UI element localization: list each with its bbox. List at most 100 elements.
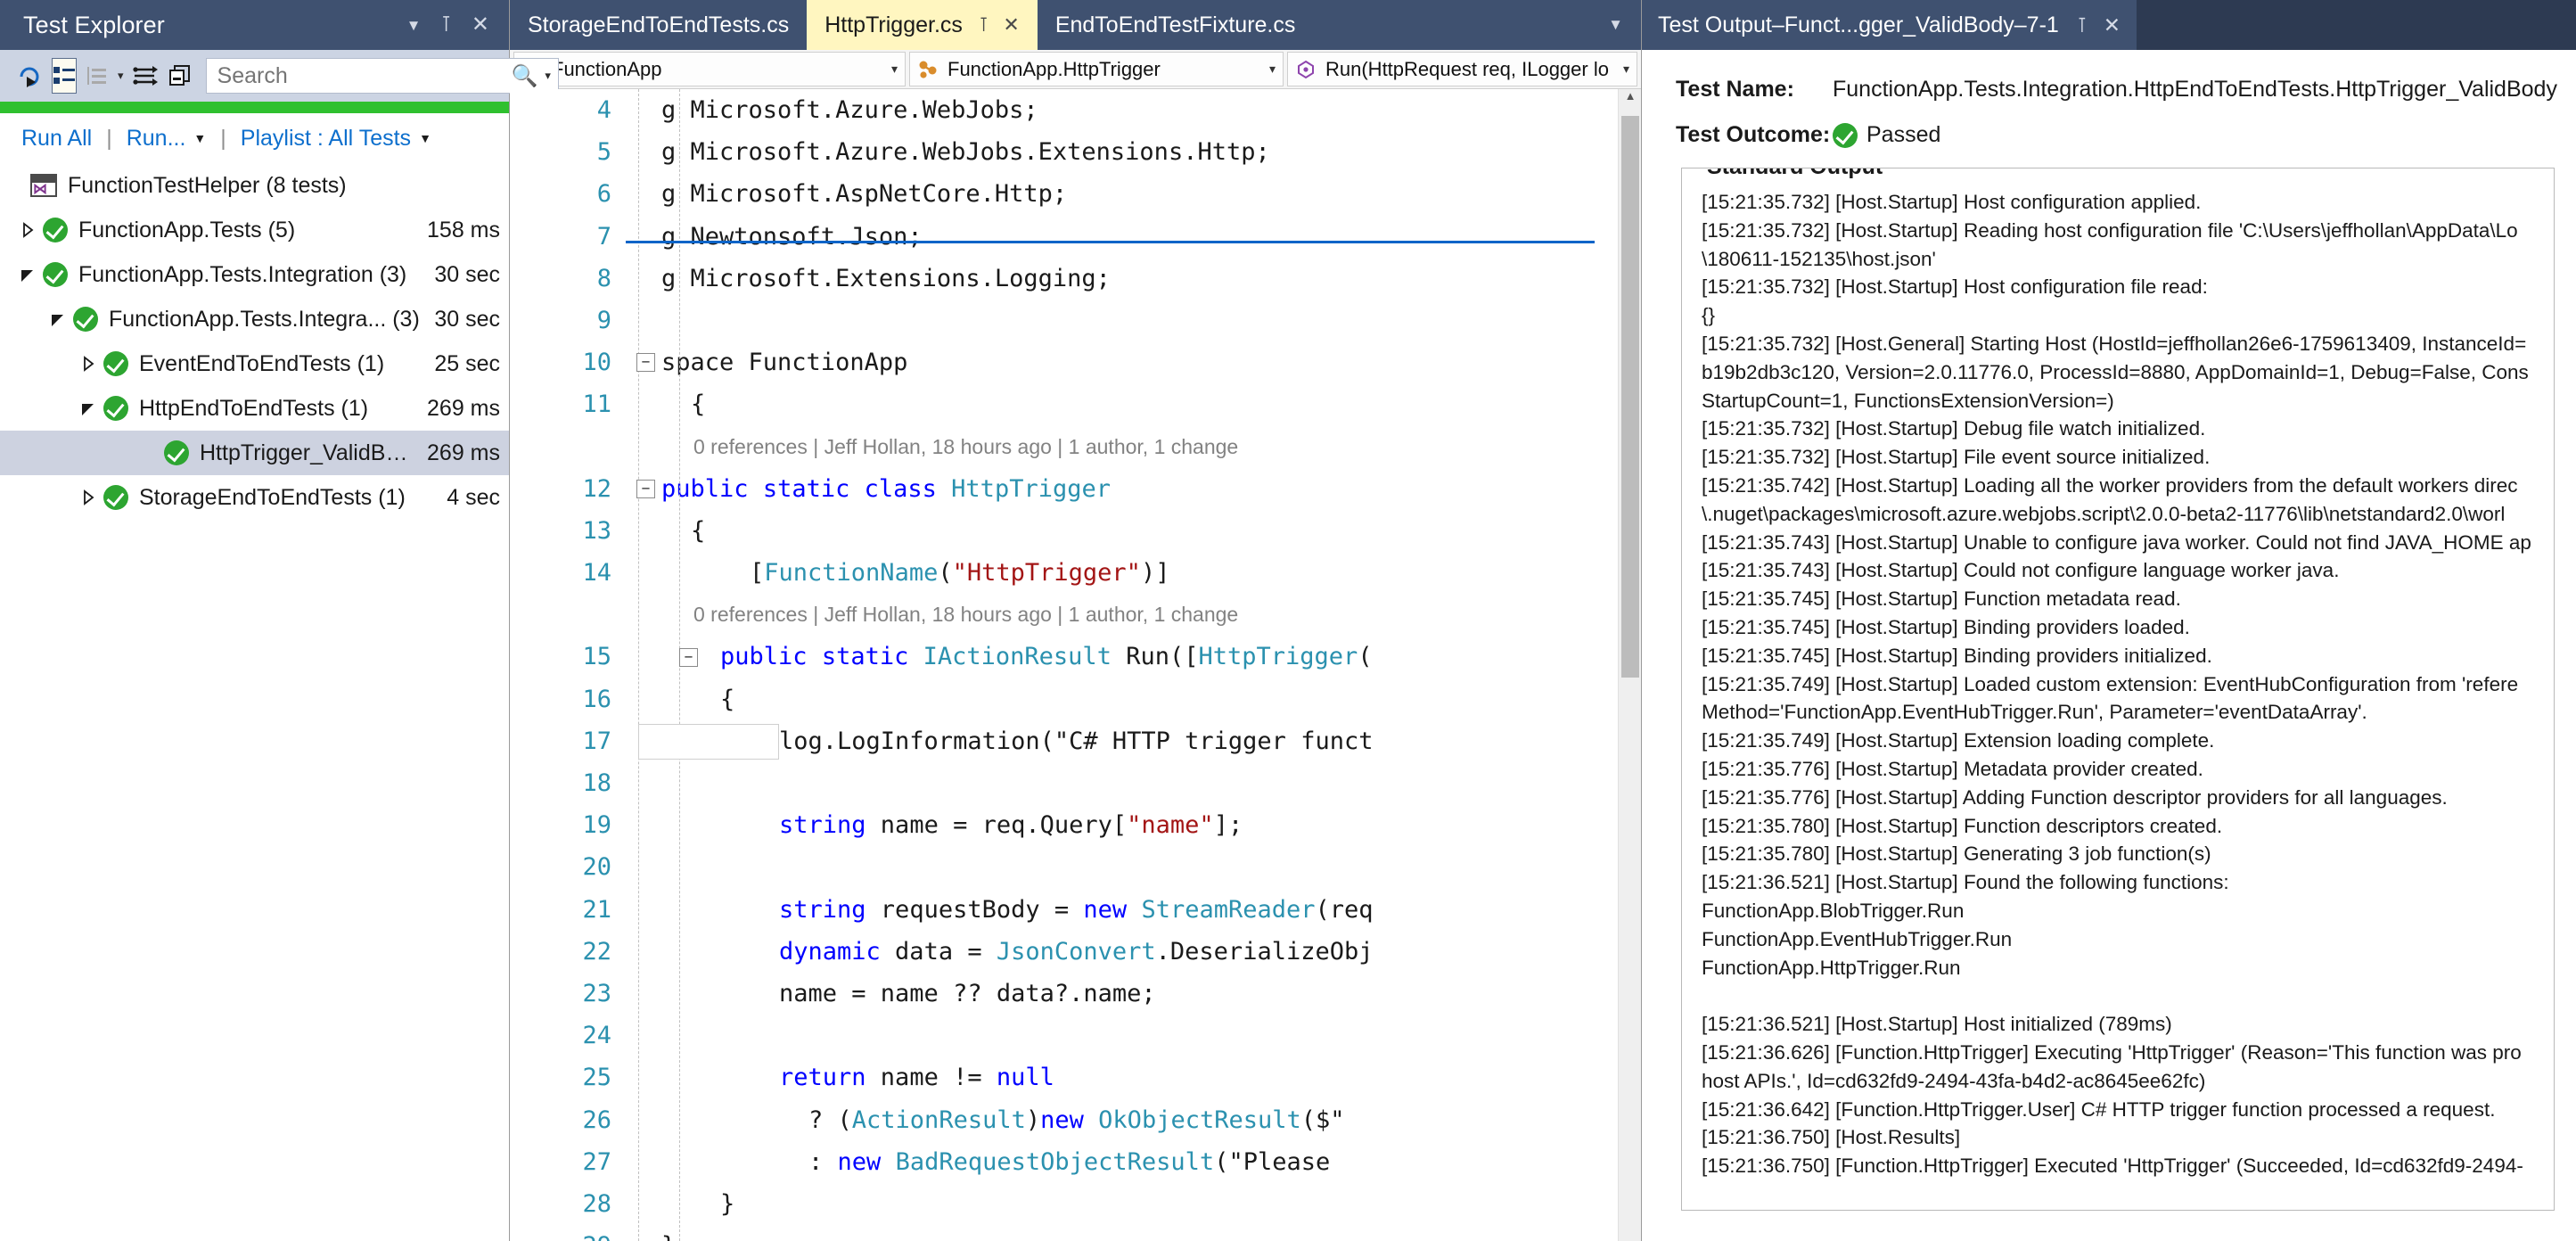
list-view-icon[interactable]: [52, 58, 77, 94]
expander-expanded-icon[interactable]: [73, 399, 103, 417]
chevron-down-icon[interactable]: ▼: [1608, 16, 1623, 34]
close-icon[interactable]: ✕: [2104, 13, 2121, 37]
editor-tab[interactable]: HttpTrigger.cs ⊺ ✕: [807, 0, 1038, 50]
codelens-annotation[interactable]: 0 references | Jeff Hollan, 18 hours ago…: [626, 426, 1618, 468]
code-line[interactable]: [FunctionName("HttpTrigger")]: [626, 552, 1618, 594]
test-tree-item[interactable]: FunctionApp.Tests (5) 158 ms: [0, 208, 509, 252]
editor-tab-label: StorageEndToEndTests.cs: [528, 12, 790, 37]
test-tree-item[interactable]: FunctionApp.Tests.Integration (3) 30 sec: [0, 252, 509, 297]
codelens-annotation[interactable]: 0 references | Jeff Hollan, 18 hours ago…: [626, 594, 1618, 636]
code-area[interactable]: g Microsoft.Azure.WebJobs; g Microsoft.Az…: [626, 89, 1618, 1241]
expander-collapsed-icon[interactable]: [73, 355, 103, 373]
editor-tab-label: EndToEndTestFixture.cs: [1054, 12, 1296, 37]
test-tree-item[interactable]: FunctionApp.Tests.Integra... (3) 30 sec: [0, 297, 509, 341]
run-chevron-down-icon[interactable]: ▼: [193, 131, 206, 145]
code-line[interactable]: space FunctionApp: [626, 341, 1618, 383]
hierarchy-icon[interactable]: [86, 58, 109, 94]
search-icon[interactable]: 🔍: [512, 63, 538, 89]
test-tree-item-label: HttpEndToEndTests (1): [139, 395, 369, 421]
line-number: 10: [582, 349, 611, 377]
close-icon[interactable]: ✕: [472, 14, 489, 36]
code-line[interactable]: return name != null: [626, 1056, 1618, 1098]
test-duration: 4 sec: [447, 484, 500, 510]
test-tree-item[interactable]: EventEndToEndTests (1) 25 sec: [0, 341, 509, 386]
code-line[interactable]: [626, 300, 1618, 341]
code-line[interactable]: }: [626, 1225, 1618, 1241]
project-dropdown[interactable]: C# FunctionApp ▾: [513, 52, 906, 86]
editor-tab[interactable]: StorageEndToEndTests.cs: [510, 0, 808, 50]
code-line[interactable]: string name = req.Query["name"];: [626, 804, 1618, 846]
playlist-chevron-down-icon[interactable]: ▼: [419, 131, 431, 145]
scroll-up-arrow[interactable]: ▲: [1619, 89, 1641, 112]
expander-collapsed-icon[interactable]: [73, 489, 103, 506]
collapse-region-icon[interactable]: −: [636, 479, 655, 498]
test-explorer-titlebar: Test Explorer ▼ ⊺ ✕: [0, 0, 509, 50]
editor-vertical-scrollbar[interactable]: ▲: [1618, 89, 1641, 1241]
collapse-region-icon[interactable]: −: [636, 353, 655, 373]
type-dropdown[interactable]: FunctionApp.HttpTrigger ▾: [909, 52, 1284, 86]
search-caret-icon[interactable]: ▾: [545, 69, 551, 83]
code-line[interactable]: public static class HttpTrigger: [626, 468, 1618, 510]
pin-icon[interactable]: ⊺: [979, 13, 989, 37]
search-box[interactable]: 🔍 ▾: [205, 58, 559, 94]
code-line[interactable]: {: [626, 510, 1618, 552]
copy-icon[interactable]: [168, 58, 192, 94]
standard-output-log[interactable]: [15:21:35.732] [Host.Startup] Host confi…: [1702, 188, 2554, 1180]
member-dropdown[interactable]: Run(HttpRequest req, ILogger lo ▾: [1287, 52, 1637, 86]
chevron-down-icon[interactable]: ▼: [406, 18, 422, 33]
code-line[interactable]: [626, 1015, 1618, 1056]
editor-tab-bar[interactable]: StorageEndToEndTests.cs HttpTrigger.cs ⊺ ✕ E…: [510, 0, 1641, 50]
test-output-tab[interactable]: Test Output–Funct...gger_ValidBody–7-1 ⊺…: [1642, 0, 2137, 50]
collapse-region-icon[interactable]: −: [679, 647, 698, 667]
pin-icon[interactable]: ⊺: [440, 14, 452, 36]
test-tree-item[interactable]: StorageEndToEndTests (1) 4 sec: [0, 475, 509, 520]
code-line[interactable]: g Microsoft.Extensions.Logging;: [626, 258, 1618, 300]
code-editor-panel: StorageEndToEndTests.cs HttpTrigger.cs ⊺ ✕ E…: [510, 0, 1642, 1241]
editor-tab[interactable]: EndToEndTestFixture.cs: [1037, 0, 1314, 50]
test-tree-item[interactable]: HttpEndToEndTests (1) 269 ms: [0, 386, 509, 431]
test-tree-item[interactable]: HttpTrigger_ValidBody 269 ms: [0, 431, 509, 475]
code-line[interactable]: public static IActionResult Run([HttpTri…: [626, 636, 1618, 678]
search-input[interactable]: [217, 62, 505, 89]
hierarchy-caret-icon[interactable]: ▾: [118, 69, 124, 83]
expander-expanded-icon[interactable]: [43, 310, 73, 328]
standard-output-legend: Standard Output: [1698, 168, 1892, 180]
test-output-tab-label: Test Output–Funct...gger_ValidBody–7-1: [1658, 12, 2059, 37]
chevron-down-icon[interactable]: ▾: [882, 62, 898, 77]
code-line[interactable]: }: [626, 1183, 1618, 1225]
run-tests-icon[interactable]: [16, 58, 43, 94]
log-line: \180611-152135\host.json': [1702, 247, 1936, 270]
close-icon[interactable]: ✕: [1003, 13, 1019, 37]
playlist-link[interactable]: Playlist : All Tests: [241, 126, 411, 152]
line-number: 16: [582, 685, 611, 713]
chevron-down-icon[interactable]: ▾: [1260, 62, 1276, 77]
expander-collapsed-icon[interactable]: [12, 221, 43, 239]
test-tree[interactable]: ⋈ FunctionTestHelper (8 tests) FunctionApp…: [0, 163, 509, 1241]
line-number: 25: [582, 1064, 611, 1092]
tab-overflow-area: ▼: [1313, 0, 1641, 50]
code-line[interactable]: g Microsoft.Azure.WebJobs.Extensions.Htt…: [626, 131, 1618, 173]
editor-tab-label: HttpTrigger.cs: [824, 12, 963, 37]
scrollbar-thumb[interactable]: [1621, 116, 1639, 678]
code-line[interactable]: dynamic data = JsonConvert.DeserializeOb…: [626, 931, 1618, 973]
code-line[interactable]: [626, 846, 1618, 888]
class-icon: [917, 59, 939, 80]
code-line[interactable]: g Newtonsoft.Json;: [626, 216, 1618, 258]
test-tree-item[interactable]: ⋈ FunctionTestHelper (8 tests): [0, 163, 509, 208]
code-line[interactable]: g Microsoft.AspNetCore.Http;: [626, 173, 1618, 215]
code-line[interactable]: {: [626, 383, 1618, 425]
code-line[interactable]: [626, 762, 1618, 804]
sort-arrows-icon[interactable]: [132, 58, 160, 94]
code-line[interactable]: string requestBody = new StreamReader(re…: [626, 889, 1618, 931]
test-explorer-panel: Test Explorer ▼ ⊺ ✕ ▾ Search 🔍 ▾ Run All…: [0, 0, 559, 1241]
code-line[interactable]: {: [626, 678, 1618, 720]
code-line[interactable]: g Microsoft.Azure.WebJobs;: [626, 89, 1618, 131]
expander-expanded-icon[interactable]: [12, 266, 43, 284]
run-all-link[interactable]: Run All: [21, 126, 92, 152]
chevron-down-icon[interactable]: ▾: [1614, 62, 1629, 77]
code-line[interactable]: : new BadRequestObjectResult("Please: [626, 1141, 1618, 1183]
pin-icon[interactable]: ⊺: [2077, 13, 2088, 37]
run-dropdown-link[interactable]: Run...: [127, 126, 186, 152]
code-line[interactable]: ? (ActionResult)new OkObjectResult($": [626, 1099, 1618, 1141]
code-line[interactable]: name = name ?? data?.name;: [626, 973, 1618, 1015]
